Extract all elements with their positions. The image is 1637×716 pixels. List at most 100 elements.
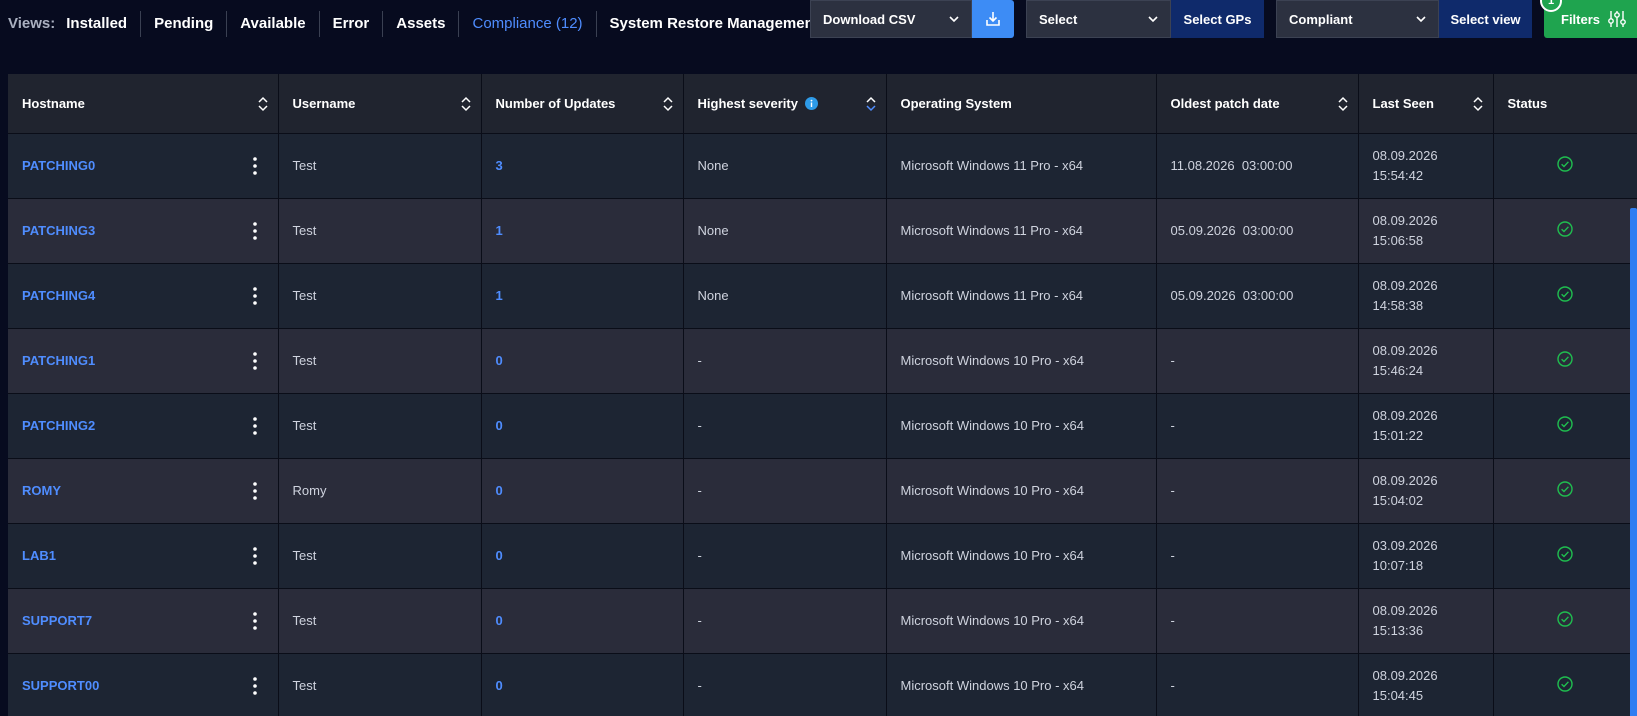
updates-count-link[interactable]: 0 <box>496 548 503 563</box>
username-cell: Test <box>278 262 482 328</box>
gp-select[interactable]: Select <box>1026 0 1171 38</box>
table-row[interactable]: ROMY Romy 0 - Microsoft Windows 10 Pro -… <box>8 457 1637 523</box>
status-cell <box>1493 327 1637 393</box>
oldest-patch-cell: 05.09.2026 03:00:00 <box>1156 197 1359 263</box>
last-seen-cell: 03.09.2026 10:07:18 <box>1358 522 1494 588</box>
oldest-patch-cell: - <box>1156 392 1359 458</box>
select-view-button[interactable]: Select view <box>1439 0 1532 38</box>
kebab-menu-icon[interactable] <box>252 611 258 631</box>
updates-count-link[interactable]: 1 <box>496 288 503 303</box>
updates-count-link[interactable]: 0 <box>496 483 503 498</box>
updates-cell: 0 <box>481 652 684 716</box>
sort-icon[interactable] <box>1472 96 1483 112</box>
os-cell: Microsoft Windows 10 Pro - x64 <box>886 652 1157 716</box>
updates-count-link[interactable]: 0 <box>496 353 503 368</box>
select-gps-button[interactable]: Select GPs <box>1171 0 1264 38</box>
view-error[interactable]: Error <box>320 10 384 37</box>
severity-cell: None <box>683 262 887 328</box>
sort-icon[interactable] <box>865 96 876 112</box>
hostname-cell: ROMY <box>8 457 279 523</box>
table-row[interactable]: PATCHING4 Test 1 None Microsoft Windows … <box>8 262 1637 328</box>
last-seen-time: 15:46:24 <box>1372 362 1424 378</box>
sliders-icon <box>1608 11 1626 27</box>
kebab-menu-icon[interactable] <box>252 481 258 501</box>
hostname-link[interactable]: LAB1 <box>22 548 56 563</box>
table-row[interactable]: PATCHING0 Test 3 None Microsoft Windows … <box>8 132 1637 198</box>
table-row[interactable]: PATCHING3 Test 1 None Microsoft Windows … <box>8 197 1637 263</box>
view-available[interactable]: Available <box>227 10 320 37</box>
check-circle-icon <box>1557 611 1573 627</box>
hostname-link[interactable]: PATCHING1 <box>22 353 95 368</box>
view-pending[interactable]: Pending <box>141 10 228 37</box>
info-icon[interactable] <box>804 96 818 110</box>
last-seen-time: 15:04:02 <box>1372 492 1424 508</box>
severity-cell: - <box>683 522 887 588</box>
last-seen-time: 15:04:45 <box>1372 687 1424 703</box>
kebab-menu-icon[interactable] <box>252 221 258 241</box>
updates-count-link[interactable]: 1 <box>496 223 503 238</box>
updates-count-link[interactable]: 0 <box>496 678 503 693</box>
last-seen-date: 03.09.2026 <box>1372 537 1438 553</box>
col-severity: Highest severity <box>683 74 887 133</box>
last-seen-cell: 08.09.2026 15:46:24 <box>1358 327 1494 393</box>
hostname-link[interactable]: PATCHING3 <box>22 223 95 238</box>
severity-cell: - <box>683 457 887 523</box>
table-row[interactable]: PATCHING2 Test 0 - Microsoft Windows 10 … <box>8 392 1637 458</box>
sort-icon[interactable] <box>460 96 471 112</box>
view-system-restore-management[interactable]: System Restore Management <box>597 11 832 37</box>
last-seen-time: 15:54:42 <box>1372 167 1424 183</box>
col-last-seen: Last Seen <box>1358 74 1494 133</box>
download-button[interactable] <box>972 0 1014 38</box>
last-seen-cell: 08.09.2026 15:54:42 <box>1358 132 1494 198</box>
updates-count-link[interactable]: 0 <box>496 613 503 628</box>
sort-icon[interactable] <box>662 96 673 112</box>
download-csv-select[interactable]: Download CSV <box>810 0 972 38</box>
table-row[interactable]: SUPPORT7 Test 0 - Microsoft Windows 10 P… <box>8 587 1637 653</box>
hostname-link[interactable]: SUPPORT00 <box>22 678 99 693</box>
chevron-down-icon <box>949 16 959 23</box>
view-installed[interactable]: Installed <box>66 10 142 37</box>
table-row[interactable]: LAB1 Test 0 - Microsoft Windows 10 Pro -… <box>8 522 1637 588</box>
updates-count-link[interactable]: 3 <box>496 158 503 173</box>
severity-cell: None <box>683 197 887 263</box>
hostname-link[interactable]: SUPPORT7 <box>22 613 92 628</box>
hostname-link[interactable]: PATCHING4 <box>22 288 95 303</box>
view-compliance[interactable]: Compliance (12) <box>459 10 597 37</box>
hostname-link[interactable]: ROMY <box>22 483 61 498</box>
sort-icon[interactable] <box>257 96 268 112</box>
os-cell: Microsoft Windows 11 Pro - x64 <box>886 197 1157 263</box>
col-os-label: Operating System <box>900 95 1012 111</box>
vertical-scrollbar[interactable] <box>1630 208 1637 716</box>
table-row[interactable]: SUPPORT00 Test 0 - Microsoft Windows 10 … <box>8 652 1637 716</box>
kebab-menu-icon[interactable] <box>252 286 258 306</box>
table-row[interactable]: PATCHING1 Test 0 - Microsoft Windows 10 … <box>8 327 1637 393</box>
hostname-cell: PATCHING3 <box>8 197 279 263</box>
status-cell <box>1493 652 1637 716</box>
updates-cell: 0 <box>481 327 684 393</box>
filters-button[interactable]: 1 Filters <box>1540 0 1637 38</box>
updates-cell: 0 <box>481 522 684 588</box>
updates-count-link[interactable]: 0 <box>496 418 503 433</box>
last-seen-cell: 08.09.2026 15:04:45 <box>1358 652 1494 716</box>
kebab-menu-icon[interactable] <box>252 416 258 436</box>
view-assets[interactable]: Assets <box>383 10 460 37</box>
kebab-menu-icon[interactable] <box>252 676 258 696</box>
os-cell: Microsoft Windows 11 Pro - x64 <box>886 132 1157 198</box>
username-cell: Romy <box>278 457 482 523</box>
view-select[interactable]: Compliant <box>1276 0 1439 38</box>
kebab-menu-icon[interactable] <box>252 156 258 176</box>
download-csv-group: Download CSV <box>810 0 1014 38</box>
last-seen-time: 10:07:18 <box>1372 557 1424 573</box>
username-cell: Test <box>278 197 482 263</box>
username-cell: Test <box>278 392 482 458</box>
hostname-link[interactable]: PATCHING0 <box>22 158 95 173</box>
col-last-seen-label: Last Seen <box>1372 95 1434 111</box>
kebab-menu-icon[interactable] <box>252 546 258 566</box>
status-cell <box>1493 587 1637 653</box>
col-os: Operating System <box>886 74 1157 133</box>
check-circle-icon <box>1557 351 1573 367</box>
kebab-menu-icon[interactable] <box>252 351 258 371</box>
sort-icon[interactable] <box>1337 96 1348 112</box>
hostname-link[interactable]: PATCHING2 <box>22 418 95 433</box>
chevron-down-icon <box>1416 16 1426 23</box>
